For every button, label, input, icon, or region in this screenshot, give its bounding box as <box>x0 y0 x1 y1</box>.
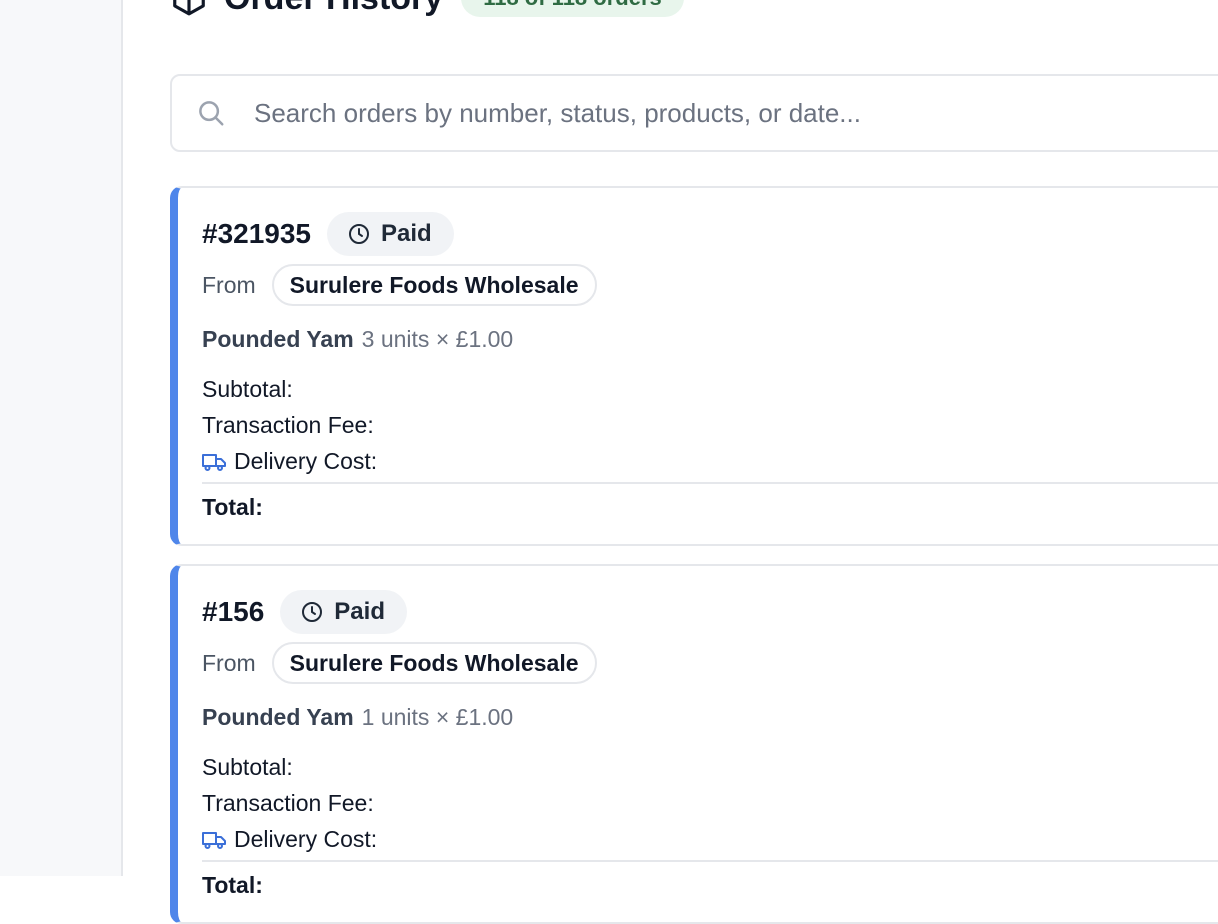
order-item: Pounded Yam 3 units × £1.00 <box>202 326 513 353</box>
order-item: Pounded Yam 1 units × £1.00 <box>202 704 513 731</box>
truck-icon <box>202 453 226 471</box>
total-label: Total: <box>202 494 263 520</box>
order-card[interactable]: #321935 Paid From Surulere Foods Wholesa… <box>170 186 1218 546</box>
order-count-badge: 118 of 118 orders <box>461 0 684 17</box>
divider <box>202 482 1218 484</box>
status-label: Paid <box>334 598 385 625</box>
item-quantity-price: 1 units × £1.00 <box>361 704 514 730</box>
page-title: Order History <box>224 0 443 18</box>
status-badge: Paid <box>327 212 454 256</box>
page-header: Order History 118 of 118 orders <box>170 0 684 18</box>
item-name: Pounded Yam <box>202 326 354 352</box>
delivery-cost-label: Delivery Cost: <box>234 448 378 474</box>
item-name: Pounded Yam <box>202 704 354 730</box>
total-label: Total: <box>202 872 263 898</box>
package-icon <box>173 0 205 16</box>
search-box[interactable] <box>170 74 1218 152</box>
order-number[interactable]: #156 <box>202 596 264 628</box>
clock-icon <box>349 224 370 244</box>
order-header: #156 Paid <box>202 590 407 634</box>
status-badge: Paid <box>280 590 407 634</box>
vendor-row: From Surulere Foods Wholesale <box>202 264 597 306</box>
delivery-cost-row: Delivery Cost: <box>202 448 377 475</box>
vendor-chip[interactable]: Surulere Foods Wholesale <box>271 642 597 684</box>
transaction-fee-label: Transaction Fee: <box>202 412 374 438</box>
delivery-cost-label: Delivery Cost: <box>234 826 378 852</box>
transaction-fee-label: Transaction Fee: <box>202 790 374 816</box>
order-card[interactable]: #156 Paid From Surulere Foods Wholesale … <box>170 564 1218 924</box>
from-label: From <box>202 271 256 298</box>
from-label: From <box>202 649 256 676</box>
subtotal-label: Subtotal: <box>202 754 293 780</box>
delivery-cost-row: Delivery Cost: <box>202 826 377 853</box>
vendor-row: From Surulere Foods Wholesale <box>202 642 597 684</box>
divider <box>202 860 1218 862</box>
order-number[interactable]: #321935 <box>202 218 311 250</box>
clock-icon <box>302 602 323 622</box>
item-quantity-price: 3 units × £1.00 <box>361 326 514 352</box>
sidebar <box>0 0 123 876</box>
vendor-chip[interactable]: Surulere Foods Wholesale <box>271 264 597 306</box>
status-label: Paid <box>381 220 432 247</box>
order-header: #321935 Paid <box>202 212 454 256</box>
search-icon <box>199 101 224 126</box>
subtotal-label: Subtotal: <box>202 376 293 402</box>
search-input[interactable] <box>252 96 1156 130</box>
truck-icon <box>202 831 226 849</box>
